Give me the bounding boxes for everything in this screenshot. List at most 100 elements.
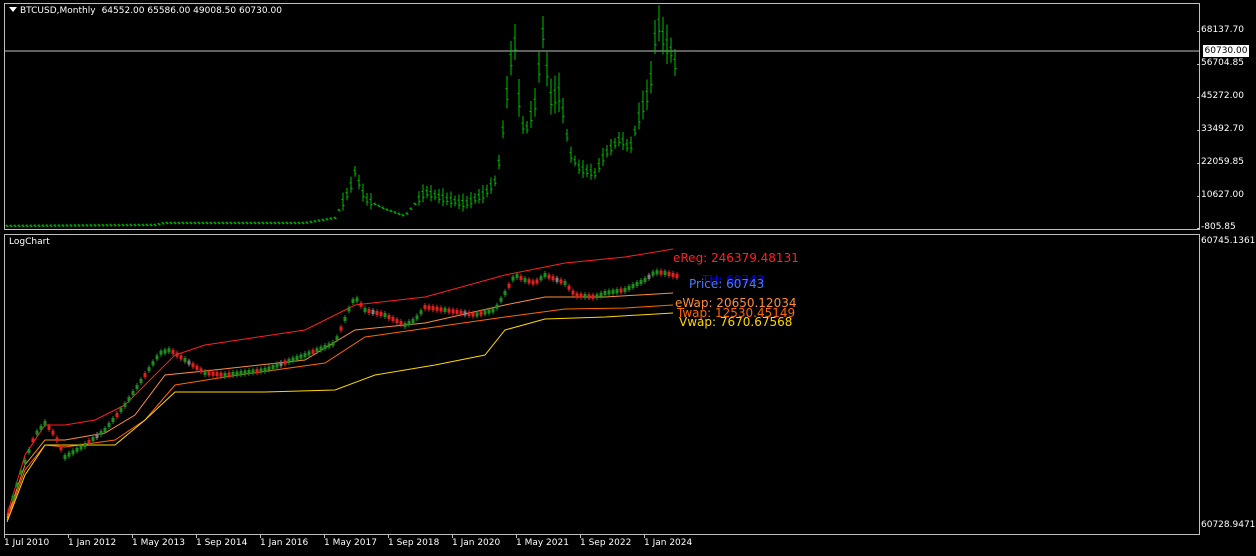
- indicator-scale-bottom: 60728.9471: [1201, 520, 1256, 530]
- log-candle: [107, 421, 111, 429]
- price-chart-pane[interactable]: BTCUSD,Monthly 64552.00 65586.00 49008.50…: [4, 3, 1200, 230]
- price-bar: [273, 221, 277, 225]
- log-candle: [431, 304, 435, 313]
- log-candle: [71, 448, 75, 457]
- log-candle: [183, 356, 187, 364]
- price-bar: [393, 211, 397, 214]
- log-candle: [467, 310, 471, 318]
- log-candle: [187, 358, 191, 367]
- log-candle: [631, 282, 635, 290]
- log-candle: [55, 435, 59, 444]
- log-candle: [519, 274, 523, 282]
- price-bar: [429, 185, 433, 202]
- price-bar: [621, 132, 625, 150]
- price-bar: [237, 221, 241, 225]
- price-bar: [565, 129, 569, 142]
- price-bar: [97, 223, 101, 227]
- log-candle: [455, 308, 459, 316]
- price-bar: [337, 208, 341, 212]
- log-candle: [83, 441, 87, 449]
- price-bar: [365, 193, 369, 206]
- price-bar: [225, 221, 229, 225]
- price-bar: [361, 183, 365, 202]
- price-tick: 45272.00: [1197, 91, 1244, 101]
- price-bar: [397, 212, 401, 216]
- log-candle: [503, 289, 507, 297]
- price-bar: [233, 221, 237, 225]
- vwap-label: Vwap: 7670.67568: [679, 315, 793, 329]
- price-tick: -805.85: [1197, 222, 1236, 232]
- price-bar: [169, 221, 173, 225]
- time-tick: 1 Sep 2018: [388, 535, 439, 548]
- log-candle: [579, 291, 583, 300]
- log-candle: [111, 416, 115, 424]
- price-bar: [129, 223, 133, 227]
- log-candle: [419, 308, 423, 317]
- price-bar: [473, 193, 477, 204]
- log-candle: [571, 288, 575, 297]
- price-bar: [213, 221, 217, 225]
- log-candle: [523, 276, 527, 284]
- price-bar: [309, 220, 313, 224]
- log-candle: [435, 304, 439, 313]
- log-candle: [95, 432, 99, 440]
- price-bar: [257, 221, 261, 225]
- log-candle: [619, 286, 623, 295]
- log-candle: [663, 269, 667, 277]
- log-candle: [635, 280, 639, 288]
- price-bar: [149, 223, 153, 227]
- log-candle: [595, 292, 599, 301]
- log-candle: [159, 348, 163, 357]
- price-bar: [21, 224, 25, 228]
- log-candle: [627, 284, 631, 292]
- price-tick: 68137.70: [1197, 25, 1244, 35]
- vwap-line: [6, 312, 674, 523]
- log-candle: [175, 350, 179, 359]
- log-candle: [567, 283, 571, 292]
- log-candle: [383, 311, 387, 319]
- log-candle: [623, 286, 627, 294]
- time-tick: 1 May 2017: [324, 535, 377, 548]
- price-bar: [373, 202, 377, 206]
- log-candle: [427, 303, 431, 312]
- price-bar: [209, 221, 213, 225]
- price-bar: [613, 138, 617, 149]
- time-tick: 1 Jul 2010: [4, 535, 49, 548]
- log-candle: [583, 292, 587, 300]
- price-bar: [521, 116, 525, 134]
- logchart-pane[interactable]: LogChart eReg: 246379.48131 TH: 60743 Pr…: [4, 234, 1200, 535]
- log-candle: [339, 324, 343, 333]
- price-bar: [421, 184, 425, 203]
- price-bar: [513, 24, 517, 60]
- price-bar: [501, 120, 505, 139]
- price-bar: [605, 145, 609, 158]
- price-bar: [477, 189, 481, 204]
- price-bar: [141, 223, 145, 227]
- price-bar: [261, 221, 265, 225]
- log-candle: [115, 411, 119, 419]
- price-bar: [65, 224, 69, 227]
- price-bar: [229, 221, 233, 225]
- log-candle: [307, 349, 311, 358]
- log-candle: [395, 317, 399, 325]
- price-bar: [165, 221, 169, 225]
- log-candle: [527, 277, 531, 286]
- price-bar: [601, 148, 605, 166]
- log-candle: [387, 313, 391, 321]
- log-candle: [279, 360, 283, 368]
- log-candle: [123, 401, 127, 409]
- price-bar: [5, 224, 9, 228]
- time-tick: 1 Sep 2022: [580, 535, 631, 548]
- price-bar: [121, 223, 125, 227]
- log-candle: [443, 306, 447, 314]
- log-candle: [343, 315, 347, 323]
- price-bar: [317, 219, 321, 222]
- log-candle: [195, 363, 199, 372]
- price-bar: [457, 194, 461, 209]
- log-candle: [543, 271, 547, 279]
- log-candle: [347, 305, 351, 314]
- price-bar: [217, 221, 221, 225]
- log-candle: [251, 367, 255, 376]
- price-bar: [29, 224, 33, 228]
- price-bar: [221, 221, 225, 225]
